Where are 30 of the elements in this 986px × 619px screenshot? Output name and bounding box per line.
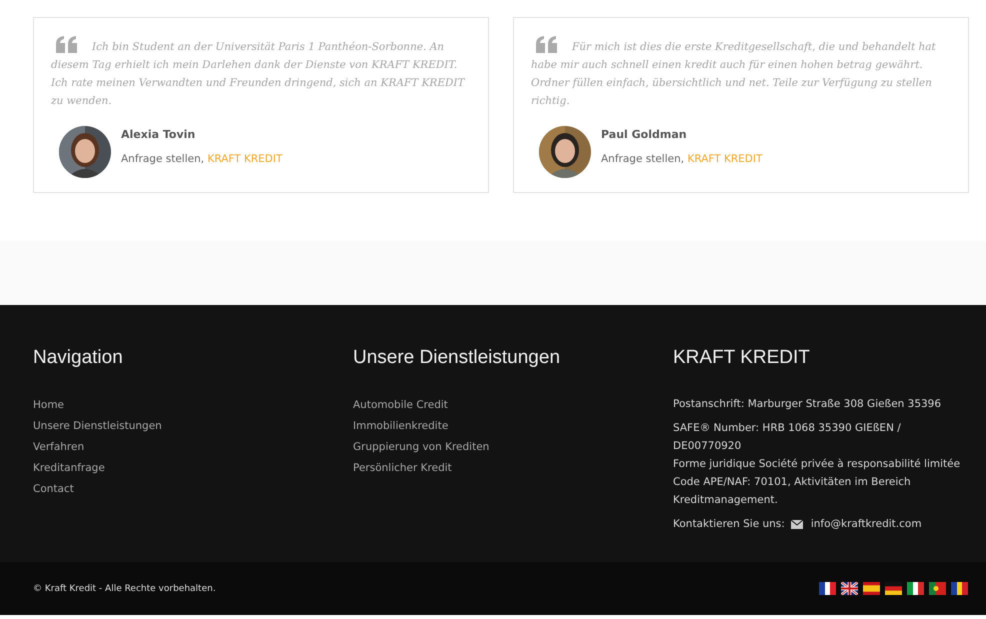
testimonial-quote: Ich bin Student an der Universität Paris 1 Panthéon-Sorbonne. An diesem Tag erhielt ich mein Darlehen dank der Dienste von KRAFT KREDIT. Ich rate meinen Verwandten und Freunden dringend, sich an KRAFT KREDIT zu wenden. [51, 36, 472, 110]
flag-icon[interactable] [951, 582, 968, 595]
footer-heading: Unsere Dienstleistungen [353, 347, 562, 369]
quote-icon [56, 36, 78, 53]
footer-link[interactable]: Unsere Dienstleistungen [33, 416, 162, 437]
footer-heading: Navigation [33, 347, 124, 369]
author-name: Alexia Tovin [121, 128, 196, 141]
author-role: Anfrage stellen, KRAFT KREDIT [601, 153, 762, 165]
footer-link[interactable]: Home [33, 395, 64, 416]
flag-icon[interactable] [885, 582, 902, 595]
footer-link[interactable]: Verfahren [33, 437, 84, 458]
footer-link[interactable]: Gruppierung von Krediten [353, 437, 490, 458]
footer-link[interactable]: Contact [33, 479, 74, 500]
contact-label: Kontaktieren Sie uns: [673, 517, 785, 532]
footer-link[interactable]: Persönlicher Kredit [353, 458, 452, 479]
author-role: Anfrage stellen, KRAFT KREDIT [121, 153, 282, 165]
email-link[interactable]: info@kraftkredit.com [810, 515, 922, 533]
footer-heading: KRAFT KREDIT [673, 347, 811, 369]
quote-icon [536, 36, 558, 53]
flag-icon[interactable] [819, 582, 836, 595]
footer-link[interactable]: Immobilienkredite [353, 416, 448, 437]
flag-icon[interactable] [841, 582, 858, 595]
footer-link[interactable]: Kreditanfrage [33, 458, 105, 479]
author-name: Paul Goldman [601, 128, 688, 141]
envelope-icon [790, 520, 803, 528]
legal-info: SAFE® Number: HRB 1068 35390 GIEßEN / DE00770920 Forme juridique Société privée à responsabilité limitée Code APE/NAF: 70101, Aktivitäten im Bereich Kreditmanagement. [673, 421, 962, 508]
copyright-text: © Kraft Kredit - Alle Rechte vorbehalten. [33, 584, 216, 594]
testimonial-quote: Für mich ist dies die erste Kreditgesellschaft, die und behandelt hat habe mir auch schnell einen kredit auch für einen hohen betrag gewährt. Ordner füllen einfach, übersichtlich und net. Teile zur Verfügung zu stellen richtig. [531, 36, 952, 110]
footer-link[interactable]: Automobile Credit [353, 395, 448, 416]
postal-address: Postanschrift: Marburger Straße 308 Gießen 35396 [673, 397, 942, 412]
